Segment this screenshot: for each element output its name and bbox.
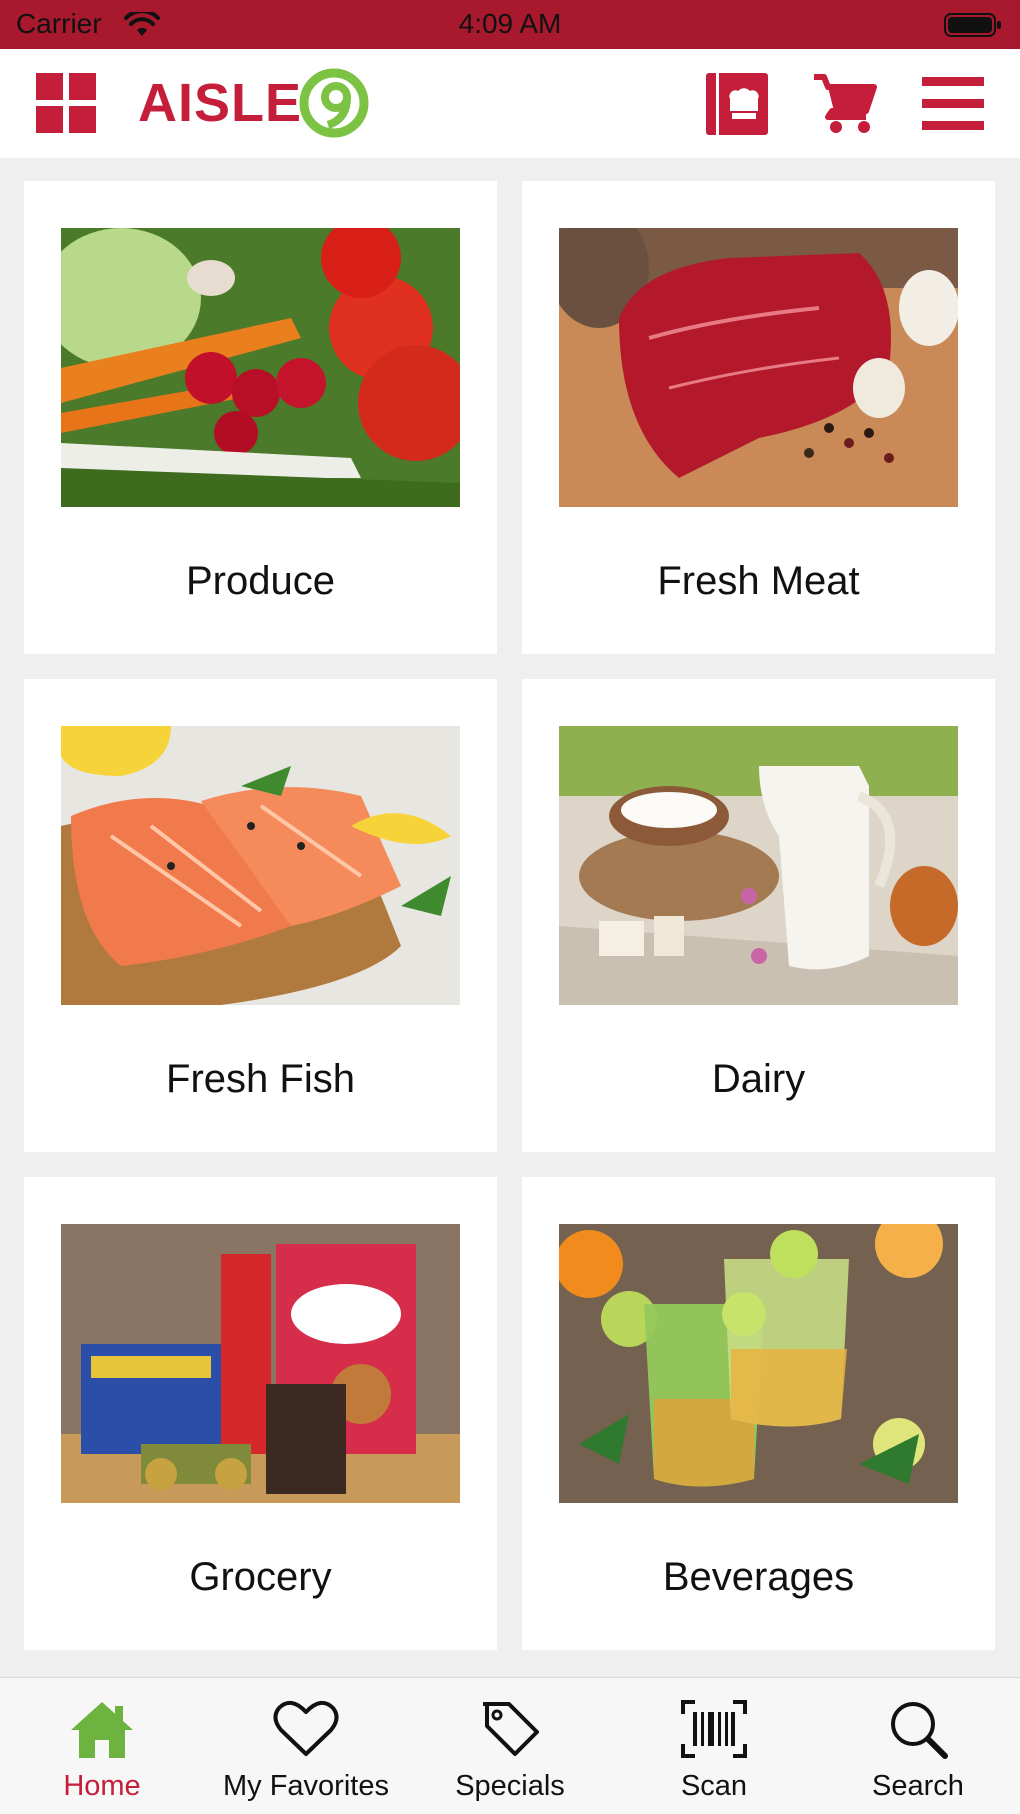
category-card-fresh-meat[interactable]: Fresh Meat <box>522 181 995 654</box>
tab-search[interactable]: Search <box>816 1678 1020 1814</box>
dairy-image <box>559 726 958 1005</box>
cart-icon[interactable] <box>812 71 878 137</box>
category-label: Grocery <box>189 1555 332 1599</box>
grocery-image <box>61 1224 460 1503</box>
tab-specials[interactable]: Specials <box>408 1678 612 1814</box>
logo-nine-mark <box>299 68 369 138</box>
search-icon <box>891 1702 948 1759</box>
tag-icon <box>483 1702 539 1756</box>
aisle9-logo[interactable]: AISLE <box>138 67 370 139</box>
home-icon <box>71 1702 133 1758</box>
category-label: Fresh Fish <box>166 1057 355 1101</box>
status-bar: Carrier 4:09 AM <box>0 0 1020 49</box>
category-label: Fresh Meat <box>657 559 860 603</box>
grid-icon[interactable] <box>36 73 96 133</box>
tab-bar: Home My Favorites Specials Scan Search <box>0 1677 1020 1814</box>
menu-icon[interactable] <box>922 73 984 135</box>
category-card-fresh-fish[interactable]: Fresh Fish <box>24 679 497 1152</box>
fresh-meat-image <box>559 228 958 507</box>
tab-my-favorites[interactable]: My Favorites <box>204 1678 408 1814</box>
category-card-produce[interactable]: Produce <box>24 181 497 654</box>
tab-scan[interactable]: Scan <box>612 1678 816 1814</box>
category-label: Dairy <box>711 1057 806 1101</box>
heart-icon <box>273 1700 339 1756</box>
status-time: 4:09 AM <box>458 8 562 39</box>
beverages-image <box>559 1224 958 1503</box>
category-label: Beverages <box>662 1555 855 1599</box>
logo-text: AISLE <box>138 73 303 133</box>
tab-label: Scan <box>680 1770 748 1802</box>
tab-label: My Favorites <box>223 1770 389 1802</box>
tab-label: Search <box>872 1770 964 1802</box>
tab-home[interactable]: Home <box>0 1678 204 1814</box>
category-grid: Produce Fresh Meat Fresh Fish Dairy Groc… <box>24 181 996 1650</box>
category-label: Produce <box>186 559 335 603</box>
category-card-dairy[interactable]: Dairy <box>522 679 995 1152</box>
produce-image <box>61 228 460 507</box>
nav-bar: AISLE <box>0 49 1020 158</box>
tab-label: Home <box>63 1770 141 1802</box>
recipe-book-icon[interactable] <box>706 73 768 135</box>
category-card-grocery[interactable]: Grocery <box>24 1177 497 1650</box>
category-card-beverages[interactable]: Beverages <box>522 1177 995 1650</box>
barcode-icon <box>681 1700 747 1758</box>
tab-label: Specials <box>455 1770 565 1802</box>
fresh-fish-image <box>61 726 460 1005</box>
battery-icon <box>944 13 1001 37</box>
